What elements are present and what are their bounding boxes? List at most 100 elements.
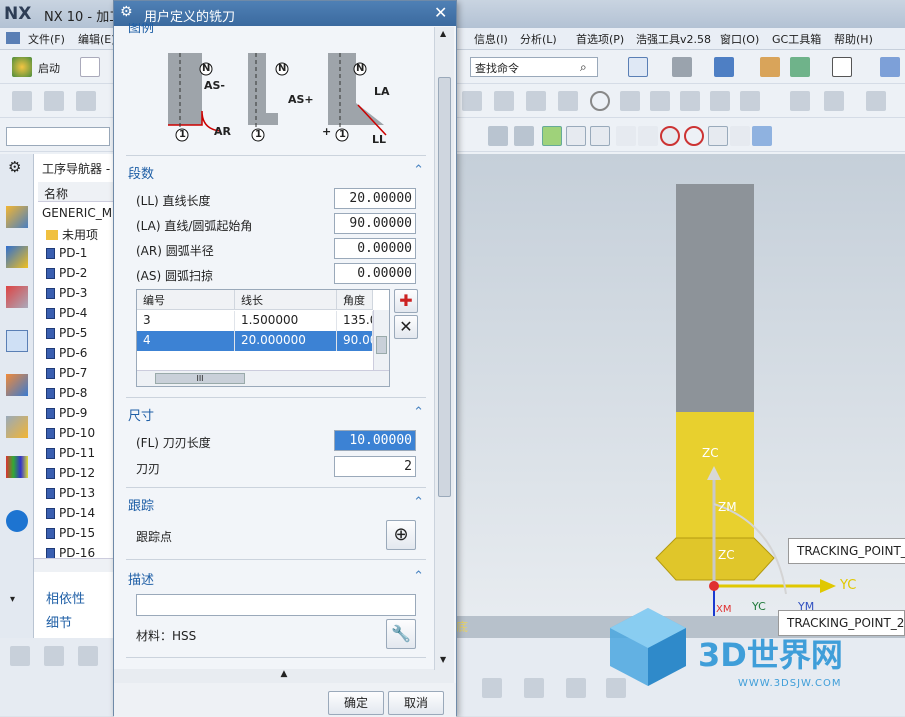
flutes-input[interactable]: 2	[334, 456, 416, 477]
select-body-icon[interactable]	[488, 126, 508, 146]
navigator-item[interactable]: PD-14	[46, 506, 95, 520]
snap-point-icon[interactable]	[542, 126, 562, 146]
section-segments-header[interactable]: 段数 ⌃	[128, 163, 424, 185]
graphics-viewport[interactable]: ZC ZM ZC YC YC YM XM 底 TRACKING_POINT_ T…	[456, 154, 905, 638]
transform-icon[interactable]	[866, 91, 886, 111]
tool-list-icon[interactable]	[740, 91, 760, 111]
scroll-up-icon[interactable]: ▲	[440, 29, 446, 38]
menu-edit[interactable]: 编辑(E)	[78, 31, 116, 47]
detail-panel[interactable]: 细节	[46, 612, 72, 631]
reuse-library-icon[interactable]	[6, 416, 28, 438]
create-program-icon[interactable]	[12, 91, 32, 111]
layer-icon[interactable]	[760, 57, 780, 77]
constraint-navigator-icon[interactable]	[6, 286, 28, 308]
table-header-number[interactable]: 编号	[137, 290, 235, 310]
search-icon[interactable]: ⌕	[580, 60, 587, 75]
select-face-icon[interactable]	[514, 126, 534, 146]
navigator-item[interactable]: PD-12	[46, 466, 95, 480]
shop-doc-icon[interactable]	[680, 91, 700, 111]
navigator-item[interactable]: PD-2	[46, 266, 87, 280]
point-on-curve-icon[interactable]	[730, 126, 750, 146]
chevron-down-icon[interactable]: ▾	[10, 594, 15, 605]
section-example-header[interactable]: 图例 ⌃	[128, 23, 424, 35]
navigator-item[interactable]: PD-9	[46, 406, 87, 420]
hscroll-thumb[interactable]: III	[155, 373, 245, 384]
scroll-down-icon[interactable]: ▼	[440, 655, 446, 664]
navigator-item[interactable]: PD-7	[46, 366, 87, 380]
segment-table[interactable]: 编号 线长 角度 3 1.500000 135.0 4 20.000000 90…	[136, 289, 390, 387]
ok-button[interactable]: 确定	[328, 691, 384, 715]
start-button[interactable]: 启动	[38, 60, 60, 76]
endpoint-icon[interactable]	[566, 126, 586, 146]
gear-icon[interactable]: ⚙	[120, 4, 133, 20]
bottom-tool-2-icon[interactable]	[44, 646, 64, 666]
new-file-icon[interactable]	[80, 57, 100, 77]
ar-input[interactable]: 0.00000	[334, 238, 416, 259]
navigator-root[interactable]: GENERIC_M	[42, 206, 112, 220]
menu-window[interactable]: 窗口(O)	[720, 31, 759, 47]
list-path-icon[interactable]	[558, 91, 578, 111]
close-icon[interactable]: ✕	[434, 3, 447, 22]
existing-point-icon[interactable]	[708, 126, 728, 146]
add-segment-button[interactable]: ✚	[394, 289, 418, 313]
dialog-scrollbar[interactable]: ▲ ▼	[434, 27, 454, 670]
menu-help[interactable]: 帮助(H)	[834, 31, 873, 47]
ll-input[interactable]: 20.00000	[334, 188, 416, 209]
menu-info[interactable]: 信息(I)	[474, 31, 508, 47]
navigator-item[interactable]: PD-10	[46, 426, 95, 440]
replay-path-icon[interactable]	[526, 91, 546, 111]
bottom-tool-4-icon[interactable]	[482, 678, 502, 698]
palette-icon[interactable]	[6, 456, 28, 478]
navigator-item[interactable]: PD-5	[46, 326, 87, 340]
menu-analysis[interactable]: 分析(L)	[520, 31, 557, 47]
navigator-header[interactable]: 名称	[38, 182, 114, 202]
render-icon[interactable]	[790, 57, 810, 77]
cancel-button[interactable]: 取消	[388, 691, 444, 715]
table-header-angle[interactable]: 角度	[337, 290, 373, 310]
navigator-item[interactable]: PD-6	[46, 346, 87, 360]
delete-segment-button[interactable]: ✕	[394, 315, 418, 339]
quadrant-icon[interactable]	[684, 126, 704, 146]
point-on-face-icon[interactable]	[752, 126, 772, 146]
table-row[interactable]: 3 1.500000 135.0	[137, 311, 373, 331]
chevron-up-icon[interactable]: ⌃	[413, 163, 424, 178]
description-input[interactable]	[136, 594, 416, 616]
navigator-item[interactable]: PD-4	[46, 306, 87, 320]
menu-file[interactable]: 文件(F)	[28, 31, 65, 47]
intersection-icon[interactable]	[638, 126, 658, 146]
table-hscroll[interactable]: III	[137, 370, 389, 386]
chevron-up-icon[interactable]: ⌃	[413, 23, 424, 32]
table-vscroll[interactable]	[373, 310, 389, 370]
info-icon[interactable]	[6, 510, 28, 532]
navigator-item[interactable]: PD-3	[46, 286, 87, 300]
postprocess-icon[interactable]	[650, 91, 670, 111]
dependency-panel[interactable]: 相依性	[46, 588, 85, 607]
navigator-item[interactable]: PD-15	[46, 526, 95, 540]
control-point-icon[interactable]	[616, 126, 636, 146]
cube-view-icon[interactable]	[714, 57, 734, 77]
part-navigator-icon[interactable]	[6, 206, 28, 228]
table-header-length[interactable]: 线长	[235, 290, 337, 310]
create-tool-icon[interactable]	[44, 91, 64, 111]
command-search-input[interactable]: 查找命令	[470, 57, 598, 77]
navigator-unused-item[interactable]: 未用项	[46, 226, 98, 243]
navigator-item[interactable]: PD-8	[46, 386, 87, 400]
move-icon[interactable]	[790, 91, 810, 111]
menu-preferences[interactable]: 首选项(P)	[576, 31, 624, 47]
tracking-point-button[interactable]: ⊕	[386, 520, 416, 550]
verify-icon[interactable]	[590, 91, 610, 111]
bottom-tool-3-icon[interactable]	[78, 646, 98, 666]
chevron-up-icon[interactable]: ⌃	[413, 495, 424, 510]
machine-navigator-icon[interactable]	[6, 374, 28, 396]
midpoint-icon[interactable]	[590, 126, 610, 146]
generate-path-icon[interactable]	[494, 91, 514, 111]
copy-icon[interactable]	[824, 91, 844, 111]
bottom-tool-6-icon[interactable]	[566, 678, 586, 698]
background-icon[interactable]	[832, 57, 852, 77]
menu-haoqiang-tools[interactable]: 浩强工具v2.58	[636, 31, 711, 47]
section-size-header[interactable]: 尺寸 ⌃	[128, 405, 424, 427]
chevron-up-icon[interactable]: ⌃	[413, 405, 424, 420]
fit-view-icon[interactable]	[628, 57, 648, 77]
operation-navigator-icon[interactable]	[6, 330, 28, 352]
gear-icon[interactable]: ⚙	[8, 158, 21, 176]
